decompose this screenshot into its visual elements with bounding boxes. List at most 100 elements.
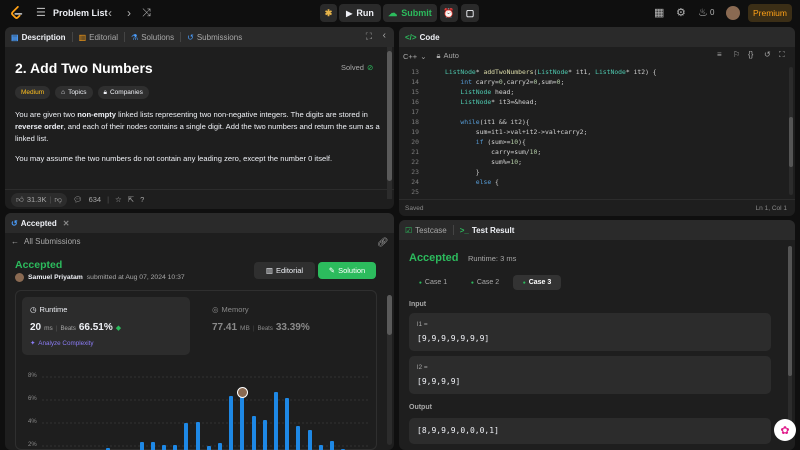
solution-button[interactable]: ✎ Solution — [318, 262, 376, 279]
problem-tags: Medium ⌂ Topics 🔒︎ Companies — [15, 86, 149, 99]
analyze-complexity-link[interactable]: ✦ Analyze Complexity — [30, 340, 94, 347]
tab-code[interactable]: </> Code — [399, 27, 446, 47]
distribution-bar[interactable] — [218, 443, 222, 450]
editorial-button[interactable]: ▥ Editorial — [254, 262, 315, 279]
close-tab-icon[interactable]: ✕ — [63, 219, 70, 228]
distribution-bar[interactable] — [139, 442, 144, 450]
thumbs-up-icon[interactable]: 👍︎ — [16, 195, 24, 205]
scroll-thumb[interactable] — [789, 117, 793, 167]
distribution-bar[interactable] — [262, 419, 267, 450]
shuffle-icon[interactable]: ⤨ — [142, 6, 151, 20]
your-submission-marker[interactable] — [236, 387, 248, 399]
distribution-bar[interactable] — [173, 445, 178, 450]
distribution-bar[interactable] — [240, 394, 245, 450]
checkbox-icon: ☑ — [405, 225, 413, 235]
fullscreen-icon[interactable]: ⛶ — [779, 50, 785, 60]
distribution-bar[interactable] — [162, 445, 166, 450]
case-1-button[interactable]: ● Case 1 — [409, 275, 457, 290]
distribution-bar[interactable] — [251, 415, 256, 450]
code-line: 22 sum%=10; — [399, 157, 795, 167]
notes-button[interactable]: ▢ — [461, 4, 479, 22]
chevron-down-icon: ⌄ — [420, 51, 427, 61]
format-icon[interactable]: ≡ — [717, 50, 722, 59]
scroll-thumb[interactable] — [387, 51, 392, 181]
like-dislike-group: 👍︎ 31.3K | 👎︎ — [11, 192, 68, 207]
tab-solutions[interactable]: ⚗ Solutions — [125, 27, 180, 47]
scroll-thumb[interactable] — [387, 295, 392, 335]
submitter-name[interactable]: Samuel Priyatam — [28, 274, 83, 281]
code-editor[interactable]: 13 ListNode* addTwoNumbers(ListNode* it1,… — [399, 65, 795, 199]
distribution-bar[interactable] — [229, 396, 234, 450]
distribution-bar[interactable] — [274, 392, 278, 450]
problem-list-link[interactable]: Problem List — [53, 8, 108, 18]
share-icon[interactable]: ⇱ — [128, 195, 134, 204]
settings-gear-icon[interactable]: ⚙ — [676, 6, 686, 20]
topics-tag[interactable]: ⌂ Topics — [55, 86, 93, 99]
run-button[interactable]: ▶ Run — [339, 4, 381, 22]
leetcode-logo[interactable] — [10, 6, 24, 20]
next-problem-icon[interactable]: › — [127, 6, 131, 20]
assistant-fab[interactable]: ✿ — [774, 419, 796, 441]
problem-list-icon[interactable]: ☰ — [36, 6, 46, 20]
code-scrollbar[interactable] — [789, 67, 793, 195]
companies-tag[interactable]: 🔒︎ Companies — [97, 86, 149, 99]
distribution-bar[interactable] — [206, 446, 211, 450]
user-avatar[interactable] — [726, 6, 740, 20]
description-panel: ▤ Description ▥ Editorial ⚗ Solutions ↺ … — [5, 27, 394, 209]
braces-icon[interactable]: {} — [748, 50, 753, 59]
case-3-button[interactable]: ● Case 3 — [513, 275, 561, 290]
layout-grid-icon[interactable]: ▦ — [654, 6, 664, 20]
tab-submissions[interactable]: ↺ Submissions — [181, 27, 248, 47]
comment-icon[interactable]: 💬︎ — [73, 195, 83, 204]
distribution-bar[interactable] — [184, 422, 189, 450]
test-runtime: Runtime: 3 ms — [468, 254, 517, 263]
statement-emphasis: non-empty — [77, 110, 117, 119]
distribution-bar[interactable] — [150, 442, 155, 450]
tab-testcase[interactable]: ☑ Testcase — [399, 220, 453, 240]
tab-test-result[interactable]: >_ Test Result — [454, 220, 521, 240]
thumbs-down-icon[interactable]: 👎︎ — [54, 195, 62, 205]
help-icon[interactable]: ? — [140, 195, 144, 204]
cloud-upload-icon: ☁ — [388, 7, 398, 18]
streak-flame-icon[interactable]: ♨ — [698, 6, 708, 20]
premium-button[interactable]: Premium — [748, 4, 792, 22]
back-to-submissions[interactable]: ← All Submissions — [11, 237, 80, 246]
submission-scrollbar[interactable] — [387, 295, 392, 445]
distribution-bar[interactable] — [330, 441, 334, 450]
collapse-icon[interactable]: ‹ — [383, 30, 386, 41]
pass-dot-icon: ● — [418, 279, 422, 286]
scroll-thumb[interactable] — [788, 246, 792, 376]
debug-button[interactable]: ✱ — [320, 4, 337, 22]
submitter-avatar[interactable] — [15, 273, 24, 282]
tab-description[interactable]: ▤ Description — [5, 27, 72, 47]
distribution-bar[interactable] — [285, 398, 290, 450]
language-select[interactable]: C++ ⌄ — [403, 52, 426, 61]
submitter-row: Samuel Priyatam submitted at Aug 07, 202… — [15, 273, 185, 282]
prev-problem-icon[interactable]: ‹ — [108, 6, 112, 20]
maximize-icon[interactable]: ⛶ — [366, 31, 372, 42]
submit-button[interactable]: ☁ Submit — [383, 4, 437, 22]
star-icon[interactable]: ☆ — [115, 195, 122, 204]
distribution-bar[interactable] — [195, 421, 200, 450]
timer-button[interactable]: ⏰ — [440, 4, 458, 22]
distribution-bar[interactable] — [318, 445, 323, 450]
link-icon[interactable]: 🔗︎ — [377, 237, 388, 248]
auto-label: Auto — [443, 51, 459, 60]
tab-editorial[interactable]: ▥ Editorial — [73, 27, 124, 47]
distribution-bar[interactable] — [307, 429, 312, 450]
auto-mode-toggle[interactable]: 🔒︎ Auto — [436, 51, 458, 61]
runtime-label: Runtime — [39, 305, 68, 314]
memory-card[interactable]: ◎ Memory 77.41 MB | Beats 33.39% — [206, 297, 374, 355]
case-2-button[interactable]: ● Case 2 — [461, 275, 509, 290]
tab-accepted[interactable]: ↺ Accepted ✕ — [5, 213, 75, 233]
problem-title[interactable]: 2. Add Two Numbers — [15, 60, 153, 76]
runtime-card[interactable]: ◷ Runtime 20 ms | Beats 66.51% ◆ ✦ Analy… — [22, 297, 190, 355]
distribution-bar[interactable] — [296, 425, 301, 450]
description-scrollbar[interactable] — [387, 47, 392, 199]
y-tick-4: 4% — [28, 419, 37, 425]
test-scrollbar[interactable] — [788, 246, 792, 436]
reset-icon[interactable]: ↺ — [764, 50, 771, 59]
bookmark-icon[interactable]: ⚐ — [733, 50, 740, 59]
case-1-label: Case 1 — [424, 279, 448, 286]
statement-text: , and each of their nodes contains a sin… — [15, 122, 380, 143]
